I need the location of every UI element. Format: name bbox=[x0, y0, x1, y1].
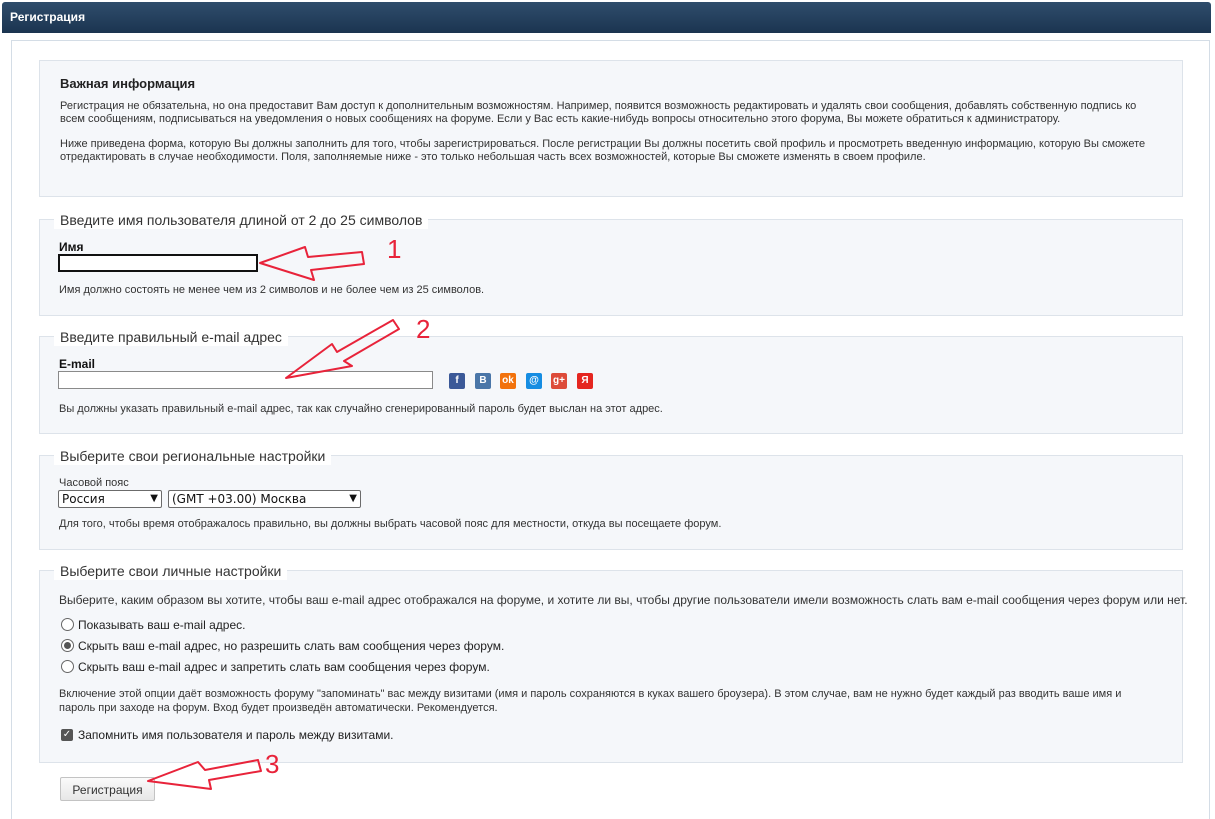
radio-label-hide-deny: Скрыть ваш e-mail адрес и запретить слат… bbox=[78, 660, 490, 674]
username-input[interactable] bbox=[58, 254, 258, 272]
personal-intro: Выберите, каким образом вы хотите, чтобы… bbox=[59, 593, 1188, 607]
page-header: Регистрация bbox=[2, 2, 1211, 33]
email-hint: Вы должны указать правильный e-mail адре… bbox=[59, 403, 663, 415]
country-select-value: Россия bbox=[62, 492, 105, 506]
register-button[interactable]: Регистрация bbox=[60, 777, 155, 801]
chevron-down-icon: ▼ bbox=[349, 493, 357, 504]
annotation-number-1: 1 bbox=[387, 234, 402, 264]
username-label: Имя bbox=[59, 240, 84, 254]
timezone-select-value: (GMT +03.00) Москва bbox=[172, 492, 307, 506]
page-title: Регистрация bbox=[10, 10, 86, 24]
email-visibility-radio-hide-allow[interactable] bbox=[61, 639, 74, 652]
email-legend: Введите правильный e-mail адрес bbox=[54, 328, 288, 346]
yandex-icon[interactable]: Я bbox=[577, 373, 593, 389]
email-label: E-mail bbox=[59, 357, 96, 371]
region-hint: Для того, чтобы время отображалось прави… bbox=[59, 518, 722, 530]
info-box: Важная информация Регистрация не обязате… bbox=[39, 60, 1183, 197]
country-select[interactable]: Россия ▼ bbox=[58, 490, 162, 508]
remember-me-checkbox[interactable]: ✓ bbox=[61, 729, 73, 741]
annotation-number-3: 3 bbox=[265, 749, 280, 779]
vkontakte-icon[interactable]: B bbox=[475, 373, 491, 389]
odnoklassniki-icon[interactable]: ok bbox=[500, 373, 516, 389]
radio-label-show: Показывать ваш e-mail адрес. bbox=[78, 618, 246, 632]
personal-legend: Выберите свои личные настройки bbox=[54, 562, 288, 580]
timezone-label: Часовой пояс bbox=[59, 477, 129, 489]
email-input[interactable] bbox=[58, 371, 433, 389]
info-paragraph-2: Ниже приведена форма, которую Вы должны … bbox=[60, 138, 1146, 163]
info-paragraph-1: Регистрация не обязательна, но она предо… bbox=[60, 100, 1137, 125]
google-plus-icon[interactable]: g+ bbox=[551, 373, 567, 389]
mailru-icon[interactable]: @ bbox=[526, 373, 542, 389]
radio-label-hide-allow: Скрыть ваш e-mail адрес, но разрешить сл… bbox=[78, 639, 505, 653]
remember-note: Включение этой опции даёт возможность фо… bbox=[59, 688, 1122, 714]
annotation-number-2: 2 bbox=[416, 314, 431, 344]
username-legend: Введите имя пользователя длиной от 2 до … bbox=[54, 211, 429, 229]
info-title: Важная информация bbox=[60, 76, 196, 91]
email-visibility-radio-show[interactable] bbox=[61, 618, 74, 631]
region-legend: Выберите свои региональные настройки bbox=[54, 447, 332, 465]
facebook-icon[interactable]: f bbox=[449, 373, 465, 389]
remember-me-label: Запомнить имя пользователя и пароль межд… bbox=[78, 728, 394, 742]
email-visibility-radio-hide-deny[interactable] bbox=[61, 660, 74, 673]
timezone-select[interactable]: (GMT +03.00) Москва ▼ bbox=[168, 490, 361, 508]
chevron-down-icon: ▼ bbox=[150, 493, 158, 504]
username-hint: Имя должно состоять не менее чем из 2 си… bbox=[59, 284, 485, 296]
